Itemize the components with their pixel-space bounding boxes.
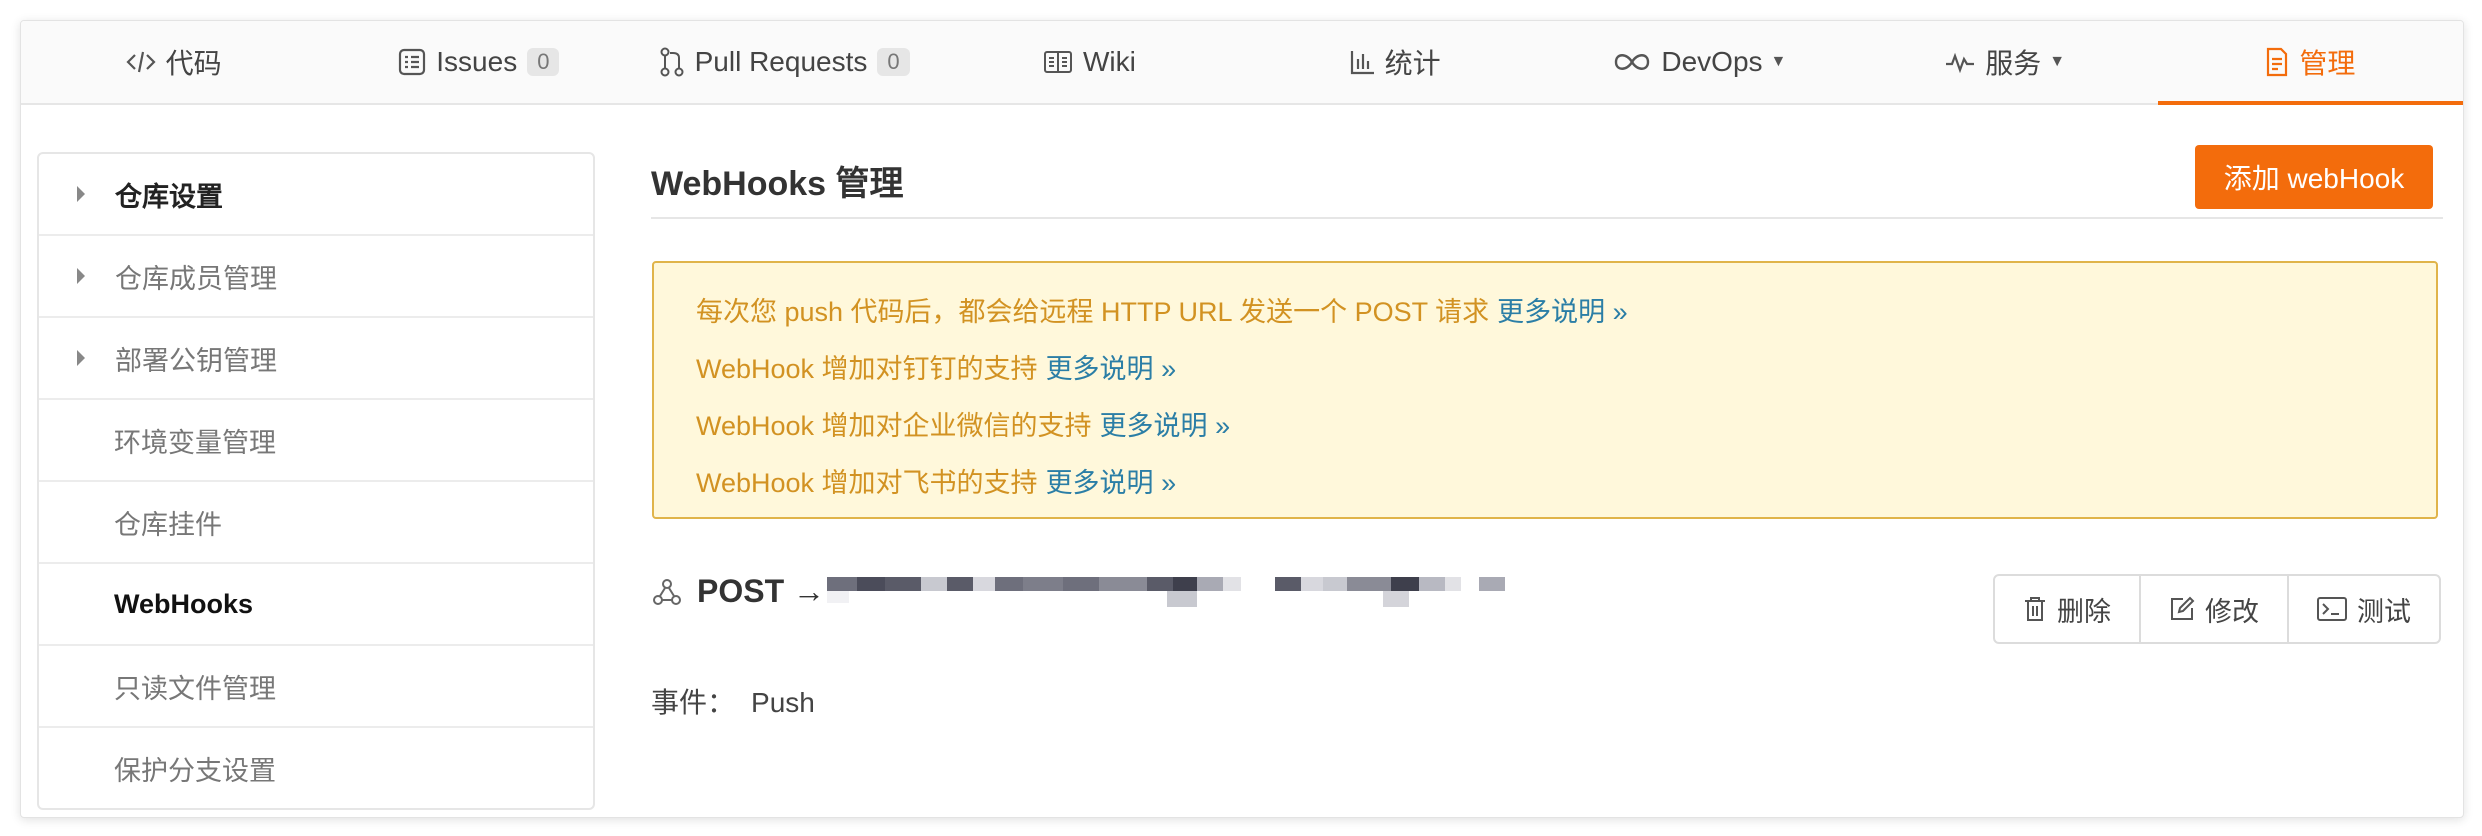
page-title: WebHooks 管理 <box>651 165 904 203</box>
events-label: 事件： <box>651 687 736 718</box>
tab-pull-requests[interactable]: Pull Requests 0 <box>632 21 937 103</box>
sidebar-item-deploy-keys[interactable]: 部署公钥管理 <box>39 318 593 400</box>
tab-wiki[interactable]: Wiki <box>937 21 1242 103</box>
webhook-method: POST → <box>697 573 826 609</box>
title-divider <box>651 217 2443 219</box>
tab-admin[interactable]: 管理 <box>2157 21 2463 105</box>
code-icon <box>126 49 156 75</box>
delete-label: 删除 <box>2057 596 2111 627</box>
more-info-link[interactable]: 更多说明 » <box>1100 404 1231 443</box>
webhook-notice: 每次您 push 代码后，都会给远程 HTTP URL 发送一个 POST 请求… <box>652 261 2438 519</box>
sidebar-item-label: 只读文件管理 <box>114 673 276 704</box>
notice-line: WebHook 增加对企业微信的支持 更多说明 » <box>696 395 2436 452</box>
tab-code[interactable]: 代码 <box>21 21 326 103</box>
add-webhook-button[interactable]: 添加 webHook <box>2195 145 2433 209</box>
sidebar-item-widgets[interactable]: 仓库挂件 <box>39 482 593 564</box>
sidebar-item-members[interactable]: 仓库成员管理 <box>39 236 593 318</box>
chevron-down-icon: ▼ <box>1770 53 1787 70</box>
terminal-icon <box>2317 597 2347 621</box>
repo-tab-bar: 代码 Issues 0 Pull Requests 0 Wiki 统计 DevO… <box>21 21 2463 105</box>
app-window: 代码 Issues 0 Pull Requests 0 Wiki 统计 DevO… <box>20 20 2464 818</box>
sidebar-item-label: 仓库成员管理 <box>115 263 277 294</box>
pulse-icon <box>1945 50 1975 74</box>
tab-issues[interactable]: Issues 0 <box>326 21 631 103</box>
sidebar-item-readonly-files[interactable]: 只读文件管理 <box>39 646 593 728</box>
sidebar-item-env-vars[interactable]: 环境变量管理 <box>39 400 593 482</box>
delete-button[interactable]: 删除 <box>1995 576 2141 642</box>
tab-devops[interactable]: DevOps ▼ <box>1547 21 1852 103</box>
settings-sidebar: 仓库设置 仓库成员管理 部署公钥管理 环境变量管理 仓库挂件 WebHooks … <box>37 152 595 810</box>
sidebar-item-label: 仓库挂件 <box>114 509 222 540</box>
sidebar-item-label: WebHooks <box>114 588 254 619</box>
sidebar-item-repo-settings[interactable]: 仓库设置 <box>39 154 593 236</box>
issues-count-badge: 0 <box>527 48 560 76</box>
tab-label: 统计 <box>1384 48 1441 79</box>
tab-label: Issues <box>436 46 518 77</box>
notice-text: WebHook 增加对企业微信的支持 <box>696 411 1092 441</box>
tab-label: 管理 <box>2299 48 2356 79</box>
issues-icon <box>398 48 426 76</box>
caret-right-icon <box>77 268 85 284</box>
tab-label: 代码 <box>165 48 222 79</box>
trash-icon <box>2023 596 2047 622</box>
webhook-events: 事件： Push <box>651 681 815 721</box>
sidebar-item-label: 仓库设置 <box>115 181 223 212</box>
tab-services[interactable]: 服务 ▼ <box>1853 21 2158 103</box>
edit-button[interactable]: 修改 <box>2141 576 2289 642</box>
edit-label: 修改 <box>2205 596 2259 627</box>
test-label: 测试 <box>2357 596 2411 627</box>
infinity-icon <box>1613 51 1651 73</box>
more-info-link[interactable]: 更多说明 » <box>1046 461 1177 500</box>
document-icon <box>2265 47 2289 77</box>
notice-line: WebHook 增加对飞书的支持 更多说明 » <box>696 452 2436 509</box>
pull-requests-count-badge: 0 <box>877 48 910 76</box>
webhook-icon <box>651 576 683 608</box>
pull-request-icon <box>659 47 685 77</box>
tab-label: DevOps <box>1661 46 1763 77</box>
edit-icon <box>2169 596 2195 622</box>
book-icon <box>1043 50 1073 74</box>
bar-chart-icon <box>1349 49 1375 75</box>
webhook-actions: 删除 修改 测试 <box>1993 574 2441 644</box>
sidebar-item-label: 保护分支设置 <box>114 755 276 786</box>
webhook-entry-header: POST → <box>651 573 825 610</box>
tab-label: 服务 <box>1985 48 2042 79</box>
sidebar-item-webhooks[interactable]: WebHooks <box>39 564 593 646</box>
notice-text: 每次您 push 代码后，都会给远程 HTTP URL 发送一个 POST 请求 <box>696 297 1490 327</box>
notice-text: WebHook 增加对飞书的支持 <box>696 468 1038 498</box>
events-value: Push <box>751 687 815 718</box>
notice-line: 每次您 push 代码后，都会给远程 HTTP URL 发送一个 POST 请求… <box>696 281 2436 338</box>
more-info-link[interactable]: 更多说明 » <box>1497 290 1628 329</box>
more-info-link[interactable]: 更多说明 » <box>1046 347 1177 386</box>
redacted-url-image <box>827 577 1505 607</box>
caret-right-icon <box>77 186 85 202</box>
tab-stats[interactable]: 统计 <box>1242 21 1547 103</box>
sidebar-item-protected-branches[interactable]: 保护分支设置 <box>39 728 593 808</box>
sidebar-item-label: 部署公钥管理 <box>115 345 277 376</box>
tab-label: Pull Requests <box>694 46 868 77</box>
notice-line: WebHook 增加对钉钉的支持 更多说明 » <box>696 338 2436 395</box>
notice-text: WebHook 增加对钉钉的支持 <box>696 354 1038 384</box>
tab-label: Wiki <box>1082 46 1136 77</box>
test-button[interactable]: 测试 <box>2289 576 2439 642</box>
sidebar-item-label: 环境变量管理 <box>114 427 276 458</box>
chevron-down-icon: ▼ <box>2049 53 2066 70</box>
caret-right-icon <box>77 350 85 366</box>
